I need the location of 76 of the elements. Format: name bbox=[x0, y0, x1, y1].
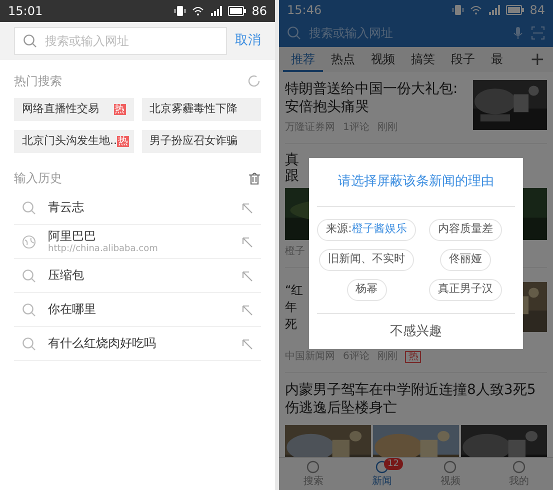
history-item[interactable]: 青云志 bbox=[14, 191, 261, 225]
reason-chip[interactable]: 佟丽娅 bbox=[440, 248, 491, 270]
battery-icon bbox=[506, 4, 524, 15]
search-icon bbox=[22, 200, 36, 214]
fill-arrow-icon[interactable] bbox=[241, 270, 253, 282]
hot-search-tag[interactable]: 北京门头沟发生地..热 bbox=[14, 130, 134, 153]
history-item[interactable]: 你在哪里 bbox=[14, 293, 261, 327]
section-title: 热门搜索 bbox=[14, 73, 62, 90]
wifi-icon bbox=[470, 4, 482, 15]
search-icon bbox=[23, 34, 37, 48]
hot-search-tag[interactable]: 男子扮应召女诈骗 bbox=[142, 130, 261, 153]
not-interested-button[interactable]: 不感兴趣 bbox=[317, 312, 515, 349]
hot-badge: 热 bbox=[114, 104, 126, 115]
reason-chip[interactable]: 来源:橙子酱娱乐 bbox=[317, 218, 416, 240]
signal-icon bbox=[210, 6, 222, 16]
history-item[interactable]: 阿里巴巴 http://china.alibaba.com bbox=[14, 225, 261, 259]
category-tab[interactable]: 段子 bbox=[443, 47, 483, 72]
history-item[interactable]: 压缩包 bbox=[14, 259, 261, 293]
battery-icon bbox=[228, 6, 246, 16]
fill-arrow-icon[interactable] bbox=[241, 304, 253, 316]
fill-arrow-icon[interactable] bbox=[241, 236, 253, 248]
vibrate-icon bbox=[174, 5, 186, 17]
news-title[interactable]: 内蒙男子驾车在中学附近连撞8人致3死5伤逃逸后坠楼身亡 bbox=[285, 381, 547, 418]
microphone-icon[interactable] bbox=[513, 26, 523, 40]
nav-icon bbox=[510, 460, 527, 474]
history-text: 压缩包 bbox=[48, 268, 85, 283]
history-item[interactable]: 有什么红烧肉好吃吗 bbox=[14, 327, 261, 361]
hot-badge: 热 bbox=[117, 136, 129, 147]
scan-icon[interactable] bbox=[531, 26, 545, 40]
trash-icon[interactable] bbox=[248, 171, 261, 185]
nav-icon bbox=[305, 460, 322, 474]
history-text: 你在哪里 bbox=[48, 302, 97, 317]
section-title: 输入历史 bbox=[14, 170, 62, 187]
search-icon bbox=[22, 302, 36, 316]
news-title-fragment: 年 bbox=[285, 299, 297, 316]
wifi-icon bbox=[192, 6, 204, 16]
status-time: 15:01 bbox=[8, 3, 43, 20]
category-tab[interactable]: 热点 bbox=[323, 47, 363, 72]
search-icon bbox=[22, 336, 36, 350]
nav-icon bbox=[374, 460, 390, 474]
news-title-fragment: 死 bbox=[285, 316, 297, 334]
nav-icon bbox=[442, 460, 458, 474]
tag-text: 男子扮应召女诈骗 bbox=[150, 133, 238, 150]
category-tab[interactable]: 视频 bbox=[363, 47, 403, 72]
refresh-icon[interactable] bbox=[247, 74, 261, 88]
category-tab[interactable]: 搞笑 bbox=[403, 47, 443, 72]
search-icon bbox=[287, 26, 301, 40]
fill-arrow-icon[interactable] bbox=[241, 202, 253, 214]
category-tab[interactable]: 最 bbox=[483, 47, 511, 72]
news-title-fragment: “红 bbox=[285, 282, 304, 300]
status-time: 15:46 bbox=[287, 2, 322, 19]
search-icon bbox=[22, 268, 36, 282]
hot-search-tag[interactable]: 网络直播性交易 热 bbox=[14, 98, 134, 121]
news-title-fragment: 真 bbox=[285, 152, 299, 168]
history-text: 阿里巴巴 bbox=[48, 228, 97, 244]
unread-badge: 12 bbox=[384, 458, 403, 470]
globe-icon bbox=[22, 234, 36, 248]
dialog-title: 请选择屏蔽该条新闻的理由 bbox=[317, 158, 515, 206]
tag-text: 网络直播性交易 bbox=[22, 101, 99, 118]
history-text: 有什么红烧肉好吃吗 bbox=[48, 336, 157, 351]
battery-level: 86 bbox=[252, 3, 267, 20]
signal-icon bbox=[488, 4, 500, 15]
reason-chip[interactable]: 内容质量差 bbox=[429, 218, 502, 240]
vibrate-icon bbox=[452, 4, 464, 16]
news-title[interactable]: 特朗普送给中国一份大礼包:安倍抱头痛哭 bbox=[285, 80, 465, 116]
news-title-fragment: 跟 bbox=[285, 168, 299, 184]
fill-arrow-icon[interactable] bbox=[241, 338, 253, 350]
history-url: http://china.alibaba.com bbox=[48, 244, 159, 254]
tag-text: 北京门头沟发生地.. bbox=[22, 133, 117, 150]
tag-text: 北京雾霾毒性下降 bbox=[150, 101, 238, 118]
hot-search-tag[interactable]: 北京雾霾毒性下降 bbox=[142, 98, 261, 121]
reason-chip[interactable]: 旧新闻、不实时 bbox=[319, 248, 414, 270]
history-text: 青云志 bbox=[48, 200, 85, 215]
reason-chip[interactable]: 真正男子汉 bbox=[429, 278, 502, 300]
reason-chip[interactable]: 杨幂 bbox=[346, 278, 386, 300]
battery-level: 84 bbox=[530, 2, 545, 19]
